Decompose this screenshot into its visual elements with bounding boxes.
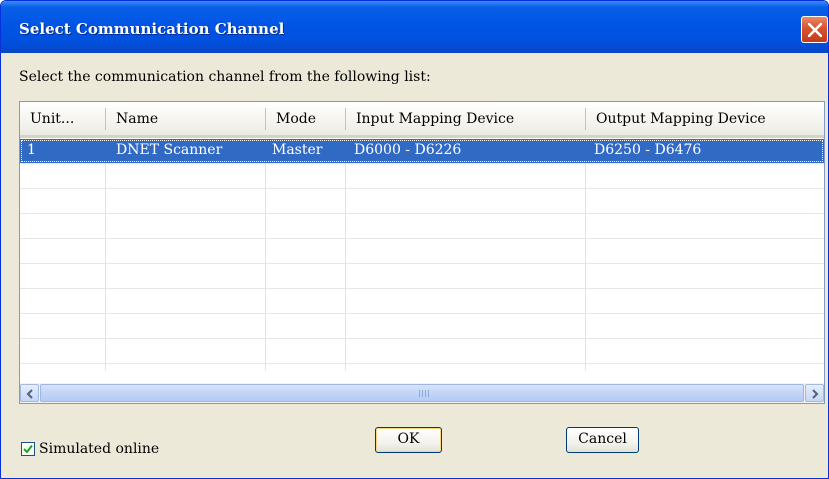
column-header-output-mapping[interactable]: Output Mapping Device — [586, 102, 824, 135]
close-x-icon — [808, 23, 822, 37]
empty-row — [20, 214, 824, 239]
channel-list[interactable]: Unit... Name Mode Input Mapping Device O… — [19, 101, 825, 404]
empty-row — [20, 289, 824, 314]
column-header-input-mapping[interactable]: Input Mapping Device — [346, 102, 585, 135]
empty-row — [20, 264, 824, 289]
cell-output-mapping: D6250 - D6476 — [594, 142, 702, 158]
empty-row — [20, 189, 824, 214]
empty-row — [20, 239, 824, 264]
empty-row — [20, 314, 824, 339]
cell-name: DNET Scanner — [116, 142, 223, 158]
cancel-button[interactable]: Cancel — [566, 427, 639, 453]
empty-row — [20, 339, 824, 364]
simulated-online-checkbox[interactable] — [21, 442, 35, 456]
empty-row — [20, 164, 824, 189]
title-bar[interactable]: Select Communication Channel — [1, 1, 828, 53]
dialog-title: Select Communication Channel — [19, 20, 285, 38]
grip-icon — [419, 390, 429, 397]
cell-unit: 1 — [27, 142, 36, 158]
checkmark-icon — [23, 444, 33, 454]
horizontal-scrollbar[interactable] — [20, 383, 824, 403]
scroll-left-button[interactable] — [20, 384, 39, 402]
arrow-left-icon — [26, 389, 33, 399]
instruction-text: Select the communication channel from th… — [19, 69, 431, 85]
scroll-right-button[interactable] — [805, 384, 824, 402]
select-channel-dialog: Select Communication Channel Select the … — [0, 0, 829, 479]
cell-input-mapping: D6000 - D6226 — [354, 142, 462, 158]
simulated-online-label[interactable]: Simulated online — [39, 441, 159, 457]
list-header: Unit... Name Mode Input Mapping Device O… — [20, 102, 824, 138]
arrow-right-icon — [812, 389, 819, 399]
scroll-thumb[interactable] — [40, 384, 804, 402]
ok-button[interactable]: OK — [375, 427, 442, 453]
column-header-mode[interactable]: Mode — [266, 102, 345, 135]
table-row-selected[interactable]: 1 DNET Scanner Master D6000 - D6226 D625… — [20, 139, 824, 164]
close-button[interactable] — [801, 16, 828, 43]
column-header-name[interactable]: Name — [106, 102, 265, 135]
column-header-unit[interactable]: Unit... — [20, 102, 105, 135]
cell-mode: Master — [272, 142, 323, 158]
